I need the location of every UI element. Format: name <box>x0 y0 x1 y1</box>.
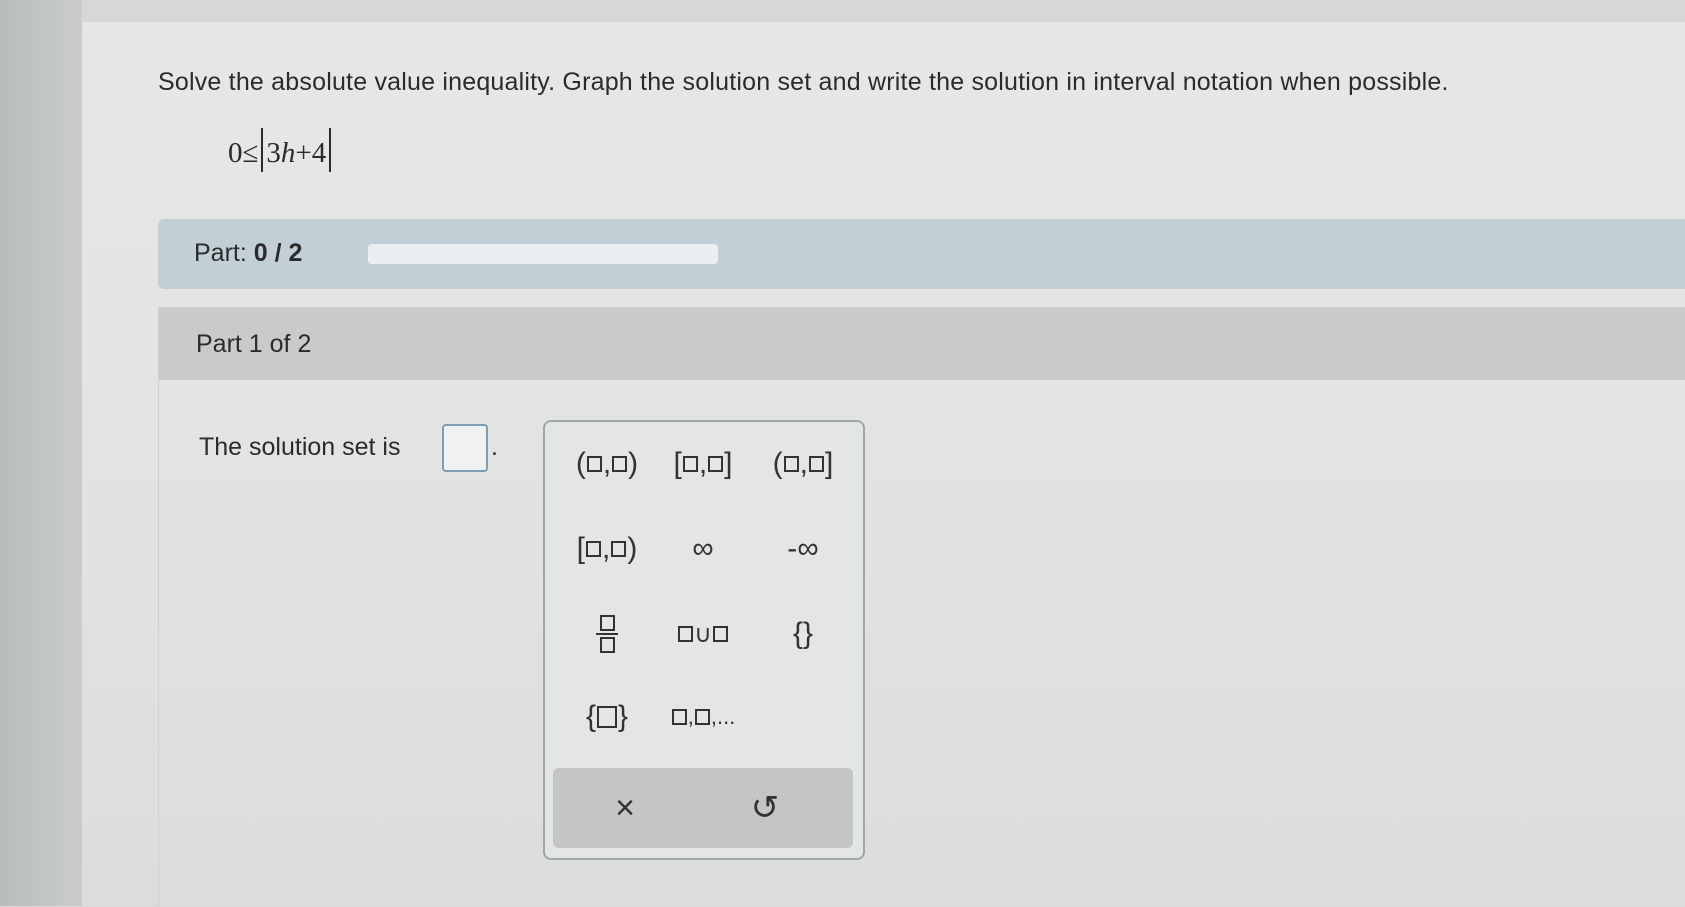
clear-button[interactable]: × <box>585 778 665 838</box>
inequality-coef: 3 <box>266 137 281 169</box>
brace-left: { <box>585 700 596 733</box>
closed-interval-button[interactable]: [,] <box>653 434 753 494</box>
top-band <box>82 0 1685 22</box>
part-label-text: Part: <box>194 239 247 267</box>
placeholder-box-icon <box>678 626 694 642</box>
placeholder-box-icon <box>783 456 799 472</box>
part-header-title: Part 1 of 2 <box>196 330 312 358</box>
set-button[interactable]: {} <box>557 687 657 747</box>
placeholder-box-icon <box>612 456 628 472</box>
union-button[interactable]: ∪ <box>653 604 753 664</box>
sequence-button[interactable]: ,,... <box>653 687 753 747</box>
inequality-rest: +4 <box>295 137 327 169</box>
palette-footer: × ↺ <box>553 768 853 848</box>
paren-left: ( <box>575 447 586 480</box>
abs-bar-left <box>261 128 264 172</box>
part-section: Part 1 of 2 <box>158 307 1685 907</box>
part-progress-bar: Part: 0 / 2 <box>158 219 1685 289</box>
placeholder-box-icon <box>694 709 710 725</box>
placeholder-box-icon <box>708 456 724 472</box>
open-closed-interval-button[interactable]: (,] <box>753 434 853 494</box>
solution-period: . <box>491 433 498 461</box>
comma: , <box>602 447 612 480</box>
placeholder-box-icon <box>586 541 601 557</box>
placeholder-box-icon <box>599 615 615 631</box>
progress-track <box>368 244 718 264</box>
empty-set-button[interactable]: {} <box>753 604 853 664</box>
open-interval-button[interactable]: (,) <box>557 434 657 494</box>
part-progress-label: Part: 0 / 2 <box>194 239 302 268</box>
placeholder-box-icon <box>597 706 617 728</box>
comma: , <box>698 447 708 480</box>
answer-input[interactable] <box>442 424 488 472</box>
part-header: Part 1 of 2 <box>159 308 1685 380</box>
placeholder-box-icon <box>712 626 728 642</box>
closed-open-interval-button[interactable]: [,) <box>557 519 657 579</box>
comma: , <box>799 447 808 480</box>
negative-infinity-button[interactable]: -∞ <box>753 519 853 579</box>
undo-icon[interactable]: ↺ <box>725 778 805 838</box>
inequality-expression: 0≤ 3h+4 <box>228 128 334 172</box>
inequality-lhs: 0≤ <box>228 137 259 169</box>
part-progress-count: 0 / 2 <box>253 239 303 267</box>
placeholder-box-icon <box>809 456 824 472</box>
fraction-icon <box>596 613 618 655</box>
placeholder-box-icon <box>671 709 687 725</box>
ellipsis: ... <box>716 704 736 729</box>
union-icon: ∪ <box>694 620 712 648</box>
placeholder-box-icon <box>682 456 698 472</box>
brace-right: } <box>618 700 629 733</box>
fraction-line <box>596 633 618 635</box>
abs-bar-right <box>329 128 332 172</box>
placeholder-box-icon <box>611 541 627 557</box>
comma: , <box>602 532 611 565</box>
math-palette: (,) [,] (,] [,) ∞ -∞ ∪ {} {} ,,... × ↺ <box>543 420 865 860</box>
placeholder-box-icon <box>586 456 602 472</box>
bracket-left: [ <box>576 532 585 565</box>
question-instruction: Solve the absolute value inequality. Gra… <box>158 68 1449 96</box>
fraction-button[interactable] <box>557 604 657 664</box>
left-sidebar-strip <box>0 0 82 906</box>
comma: , <box>687 704 694 729</box>
infinity-button[interactable]: ∞ <box>653 519 753 579</box>
inequality-var: h <box>280 137 296 169</box>
paren-left: ( <box>772 447 783 480</box>
bracket-left: [ <box>673 447 682 480</box>
placeholder-box-icon <box>599 637 615 653</box>
solution-prefix: The solution set is <box>199 433 401 461</box>
